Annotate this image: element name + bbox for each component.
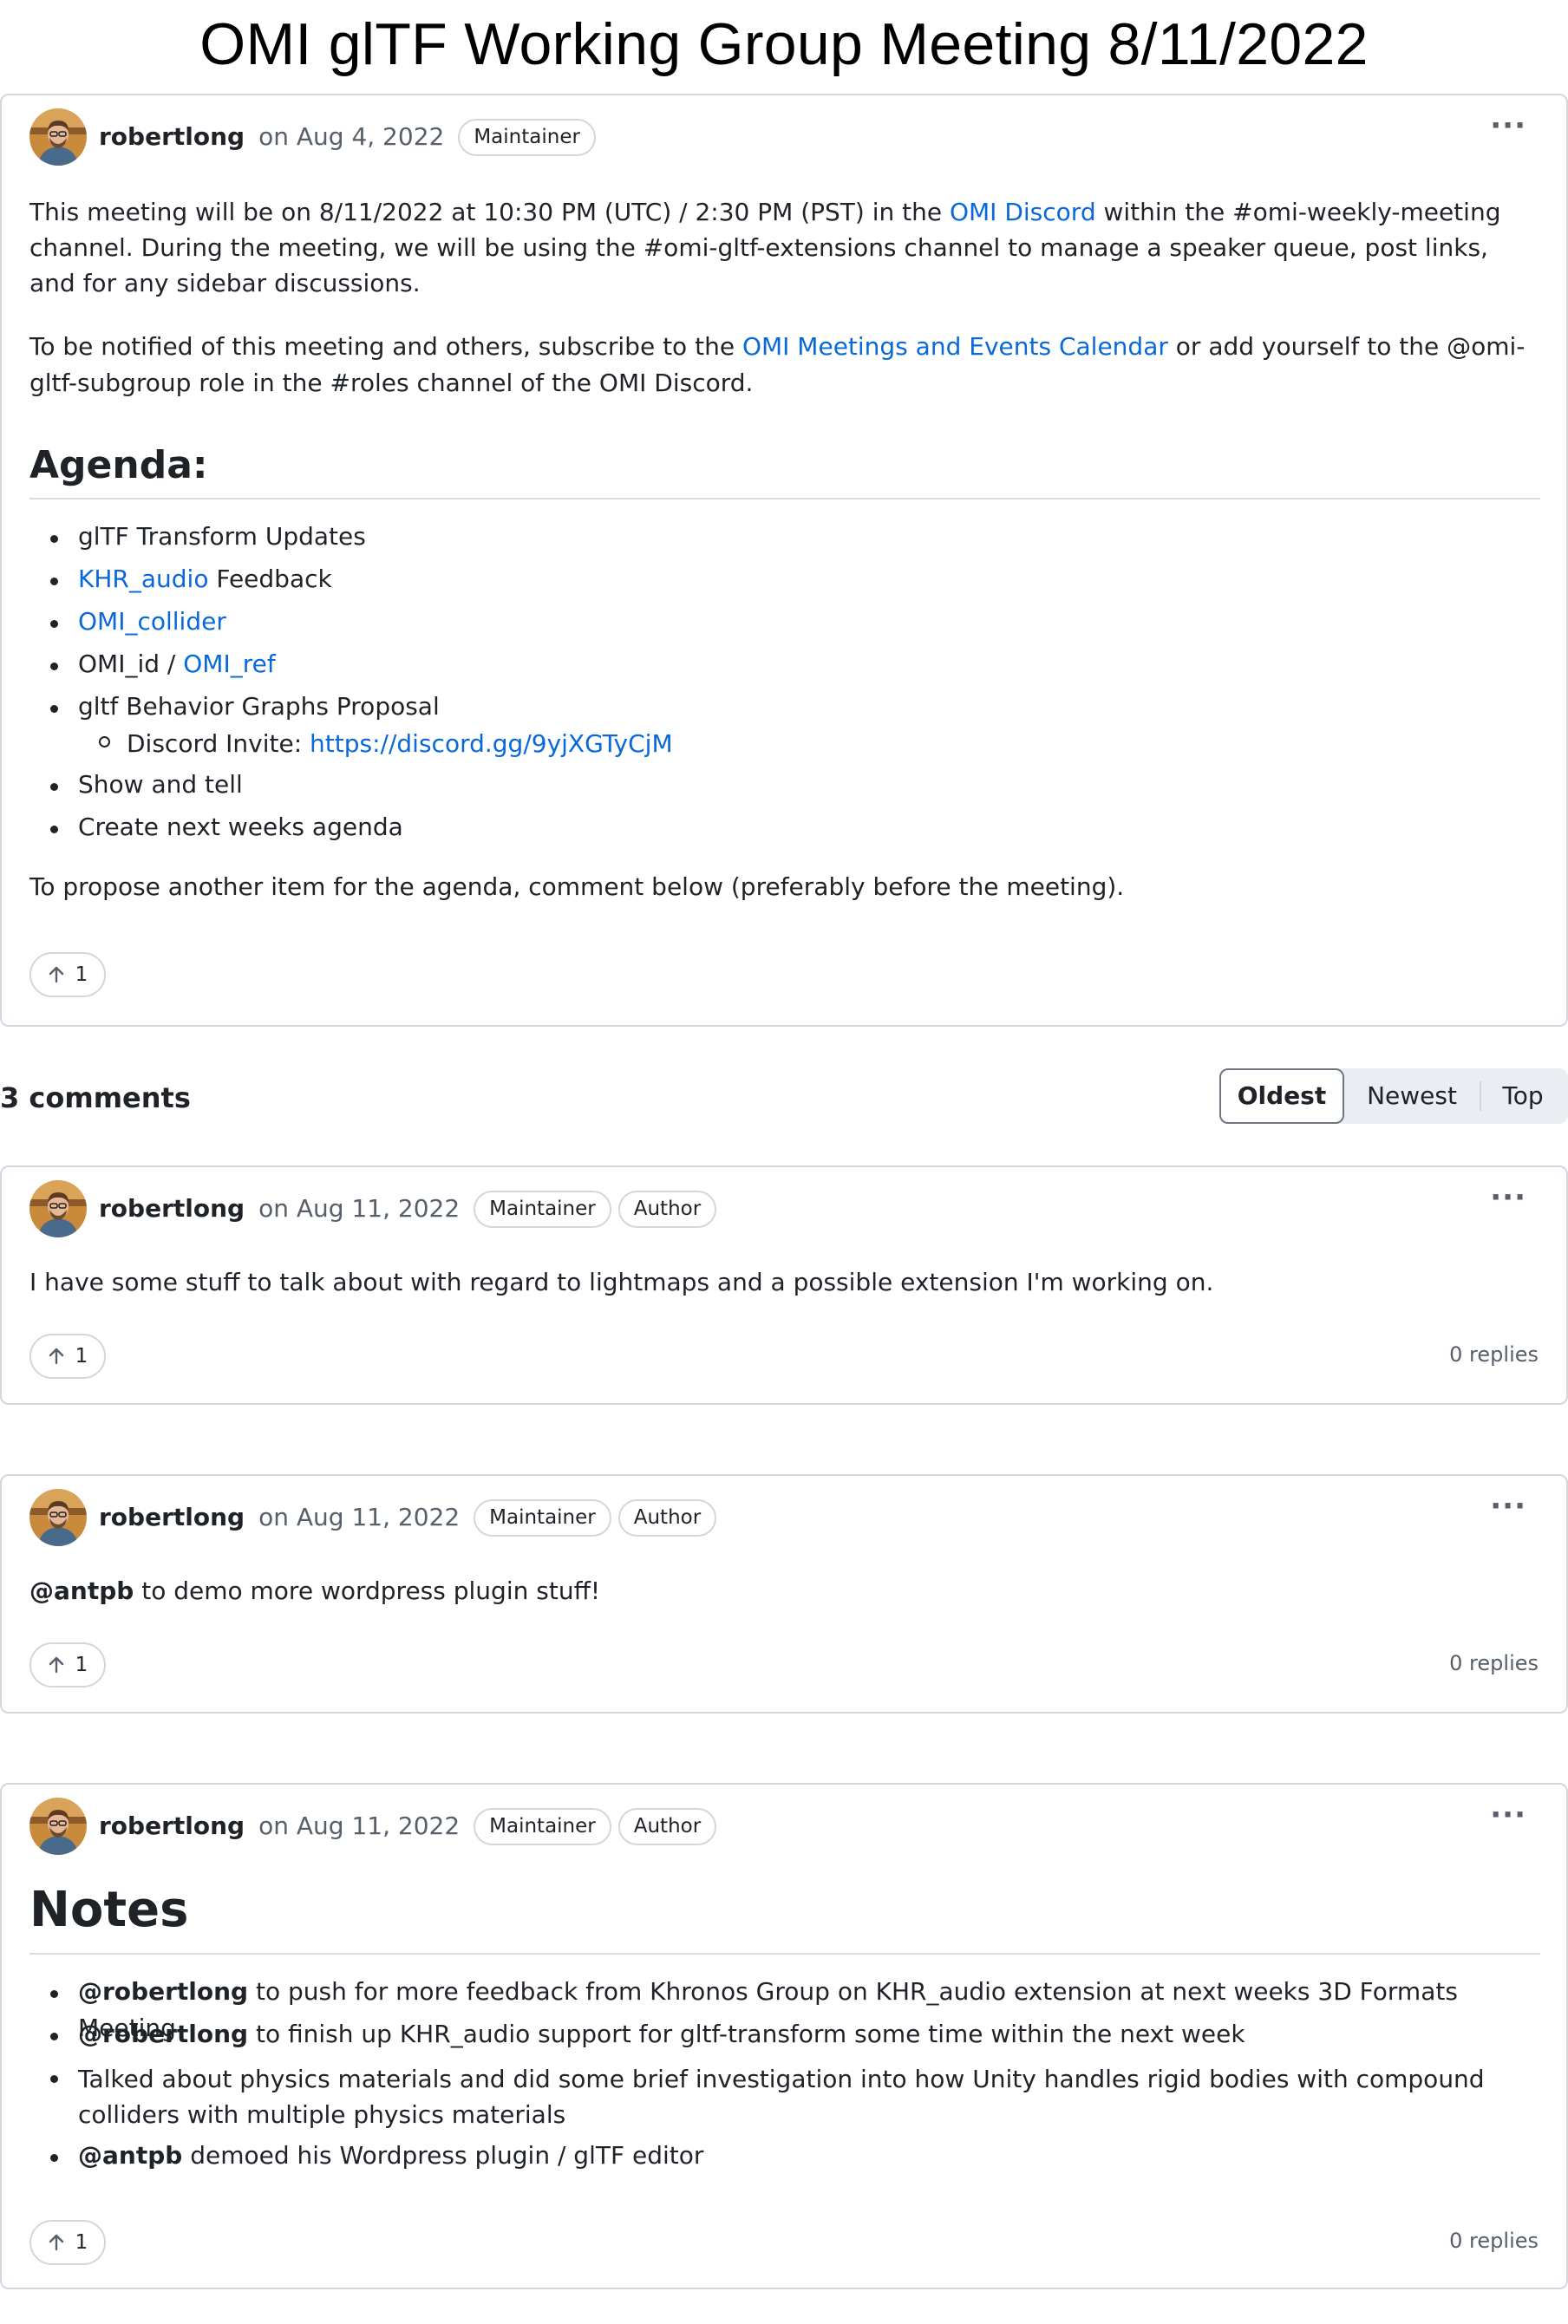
vote-count: 1 (75, 1653, 88, 1676)
arrow-up-icon (49, 1656, 63, 1674)
subscribe-paragraph: To be notified of this meeting and other… (29, 332, 1526, 397)
avatar[interactable] (29, 1798, 87, 1855)
comment-date[interactable]: on Aug 11, 2022 (258, 1191, 460, 1227)
avatar[interactable] (29, 108, 87, 166)
kebab-horizontal-icon[interactable]: ··· (1490, 111, 1526, 140)
omi-discord-link[interactable]: OMI Discord (950, 198, 1096, 226)
sort-top-tab[interactable]: Top (1481, 1068, 1565, 1124)
list-item: gltf Behavior Graphs Proposal (29, 689, 1540, 726)
arrow-up-icon (49, 966, 63, 983)
maintainer-badge: Maintainer (458, 118, 596, 156)
author-badge: Author (617, 1190, 717, 1228)
meeting-info-paragraph: This meeting will be on 8/11/2022 at 10:… (29, 198, 1501, 297)
list-item: OMI_id / OMI_ref (29, 646, 1540, 689)
vote-count: 1 (75, 1344, 88, 1368)
maintainer-badge: Maintainer (474, 1190, 611, 1228)
user-mention[interactable]: @antpb (78, 2141, 182, 2170)
discord-invite-link[interactable]: https://discord.gg/9yjXGTyCjM (310, 729, 673, 758)
comment-card: robertlong on Aug 11, 2022 Maintainer Au… (0, 1165, 1568, 1405)
comment-body: Notes @robertlong to push for more feedb… (29, 1880, 1540, 2180)
replies-count[interactable]: 0 replies (1449, 1339, 1539, 1370)
sort-oldest-tab[interactable]: Oldest (1219, 1068, 1344, 1124)
list-item: glTF Transform Updates (29, 519, 1540, 561)
list-item: OMI_collider (29, 604, 1540, 646)
vote-count: 1 (75, 963, 88, 986)
vote-count: 1 (75, 2230, 88, 2254)
arrow-up-icon (49, 1348, 63, 1365)
discussion-post: robertlong on Aug 4, 2022 Maintainer ···… (0, 94, 1568, 1027)
comment-header: robertlong on Aug 11, 2022 Maintainer Au… (29, 1179, 717, 1238)
omi-ref-link[interactable]: OMI_ref (183, 650, 275, 678)
list-item: Discord Invite: https://discord.gg/9yjXG… (29, 726, 1540, 767)
comment-body: @antpb to demo more wordpress plugin stu… (29, 1577, 601, 1605)
list-item: @robertlong to push for more feedback fr… (29, 1974, 1540, 2042)
list-item: KHR_audio Feedback (29, 561, 1540, 604)
replies-count[interactable]: 0 replies (1449, 2225, 1539, 2256)
list-item: @antpb demoed his Wordpress plugin / glT… (29, 2138, 1540, 2180)
comment-card: robertlong on Aug 11, 2022 Maintainer Au… (0, 1474, 1568, 1714)
list-item: @robertlong to finish up KHR_audio suppo… (29, 2016, 1540, 2059)
author-name[interactable]: robertlong (99, 1191, 245, 1227)
avatar[interactable] (29, 1489, 87, 1546)
arrow-up-icon (49, 2234, 63, 2251)
notes-list: @robertlong to push for more feedback fr… (29, 1974, 1540, 2180)
avatar[interactable] (29, 1180, 87, 1237)
author-name[interactable]: robertlong (99, 1499, 245, 1536)
upvote-button[interactable]: 1 (29, 1334, 106, 1379)
calendar-link[interactable]: OMI Meetings and Events Calendar (742, 332, 1168, 361)
post-body: This meeting will be on 8/11/2022 at 10:… (29, 194, 1540, 905)
post-date[interactable]: on Aug 4, 2022 (258, 119, 444, 155)
agenda-heading: Agenda: (29, 441, 1540, 499)
upvote-button[interactable]: 1 (29, 1642, 106, 1688)
upvote-button[interactable]: 1 (29, 2220, 106, 2265)
sort-newest-tab[interactable]: Newest (1344, 1068, 1480, 1124)
khr-audio-link[interactable]: KHR_audio (78, 565, 208, 593)
author-badge: Author (617, 1807, 717, 1845)
notes-heading: Notes (29, 1880, 1540, 1955)
comment-body: I have some stuff to talk about with reg… (29, 1268, 1214, 1296)
sort-tabs: Oldest Newest Top (1219, 1068, 1568, 1124)
agenda-list: glTF Transform Updates KHR_audio Feedbac… (29, 519, 1540, 852)
comment-card: robertlong on Aug 11, 2022 Maintainer Au… (0, 1783, 1568, 2289)
list-item: Create next weeks agenda (29, 809, 1540, 852)
comments-count: 3 comments (0, 1081, 191, 1114)
upvote-button[interactable]: 1 (29, 952, 106, 997)
comment-date[interactable]: on Aug 11, 2022 (258, 1808, 460, 1844)
kebab-horizontal-icon[interactable]: ··· (1490, 1492, 1526, 1521)
list-item: Show and tell (29, 767, 1540, 809)
list-item: Talked about physics materials and did s… (29, 2059, 1540, 2138)
comment-date[interactable]: on Aug 11, 2022 (258, 1499, 460, 1536)
agenda-sublist: Discord Invite: https://discord.gg/9yjXG… (29, 726, 1540, 767)
replies-count[interactable]: 0 replies (1449, 1648, 1539, 1679)
user-mention[interactable]: @robertlong (78, 1977, 248, 2006)
post-header: robertlong on Aug 4, 2022 Maintainer (29, 108, 596, 166)
maintainer-badge: Maintainer (474, 1807, 611, 1845)
maintainer-badge: Maintainer (474, 1498, 611, 1537)
page-title: OMI glTF Working Group Meeting 8/11/2022 (199, 11, 1369, 77)
user-mention[interactable]: @robertlong (78, 2020, 248, 2048)
author-name[interactable]: robertlong (99, 119, 245, 155)
omi-collider-link[interactable]: OMI_collider (78, 607, 226, 636)
closing-paragraph: To propose another item for the agenda, … (29, 872, 1125, 901)
comment-header: robertlong on Aug 11, 2022 Maintainer Au… (29, 1488, 717, 1547)
comment-header: robertlong on Aug 11, 2022 Maintainer Au… (29, 1797, 717, 1856)
author-name[interactable]: robertlong (99, 1808, 245, 1844)
user-mention[interactable]: @antpb (29, 1577, 134, 1605)
author-badge: Author (617, 1498, 717, 1537)
kebab-horizontal-icon[interactable]: ··· (1490, 1800, 1526, 1830)
kebab-horizontal-icon[interactable]: ··· (1490, 1183, 1526, 1212)
